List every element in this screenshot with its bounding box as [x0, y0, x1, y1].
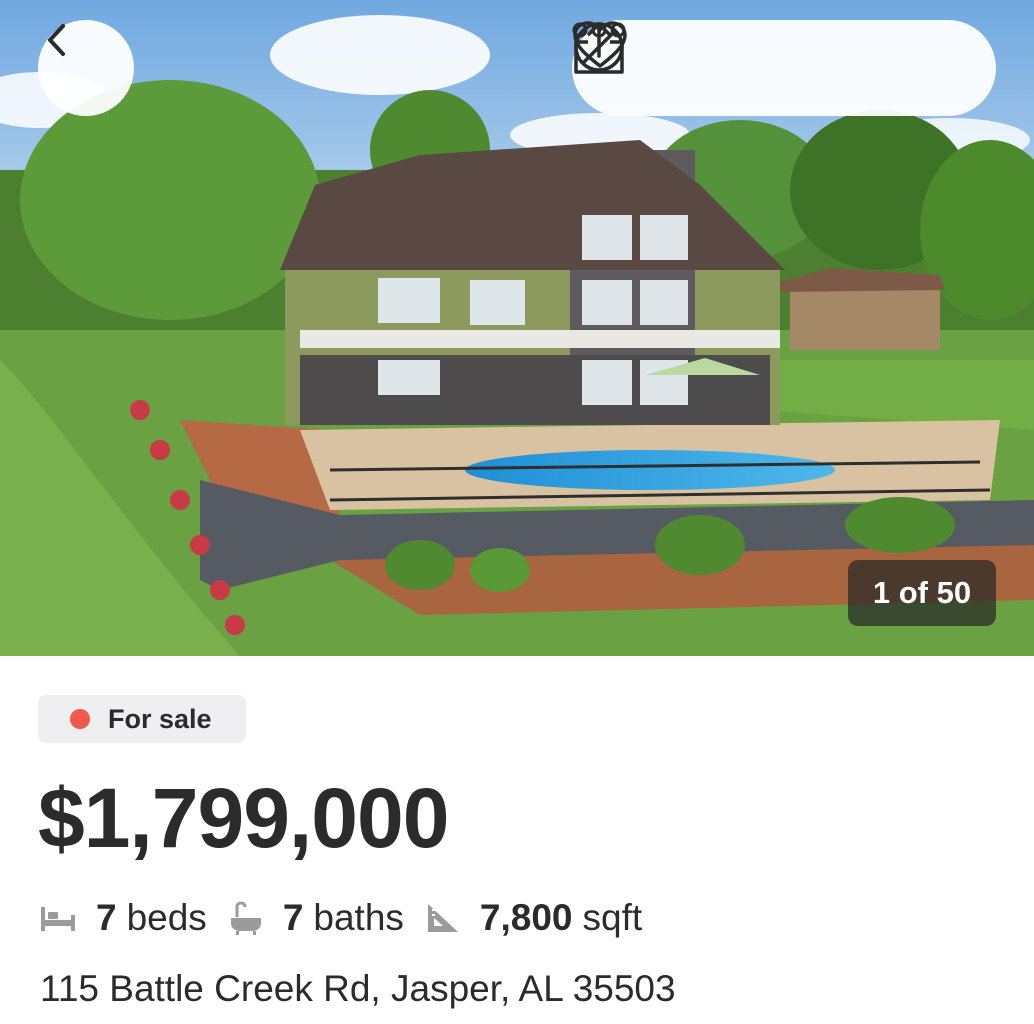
baths-unit: baths — [313, 897, 404, 938]
sqft-unit: sqft — [582, 897, 643, 938]
photo-counter: 1 of 50 — [848, 560, 996, 626]
back-button[interactable] — [38, 20, 134, 116]
beds-value: 7 — [96, 897, 117, 938]
baths-spec: 7 baths — [229, 897, 404, 939]
photo-action-bar — [572, 20, 996, 116]
listing-price: $1,799,000 — [38, 771, 449, 865]
beds-spec: 7 beds — [40, 897, 207, 939]
more-button[interactable] — [572, 22, 962, 103]
sqft-value: 7,800 — [479, 897, 573, 938]
status-label: For sale — [108, 703, 212, 734]
status-dot-icon — [70, 709, 90, 729]
bed-icon — [41, 907, 75, 931]
share-button[interactable] — [574, 22, 772, 103]
baths-value: 7 — [282, 897, 304, 938]
property-specs: 7 beds 7 baths 7,800 sqft — [40, 897, 664, 939]
hide-button[interactable] — [574, 22, 867, 103]
ruler-triangle-icon — [427, 904, 458, 932]
beds-unit: beds — [126, 897, 207, 938]
listing-address[interactable]: 115 Battle Creek Rd, Jasper, AL 35503 — [40, 968, 676, 1010]
more-horizontal-icon — [572, 22, 626, 38]
listing-photo[interactable]: 1 of 50 — [0, 0, 1034, 656]
status-badge: For sale — [38, 695, 246, 743]
chevron-left-icon — [48, 24, 65, 56]
bath-icon — [230, 901, 261, 935]
sqft-spec: 7,800 sqft — [426, 897, 642, 939]
